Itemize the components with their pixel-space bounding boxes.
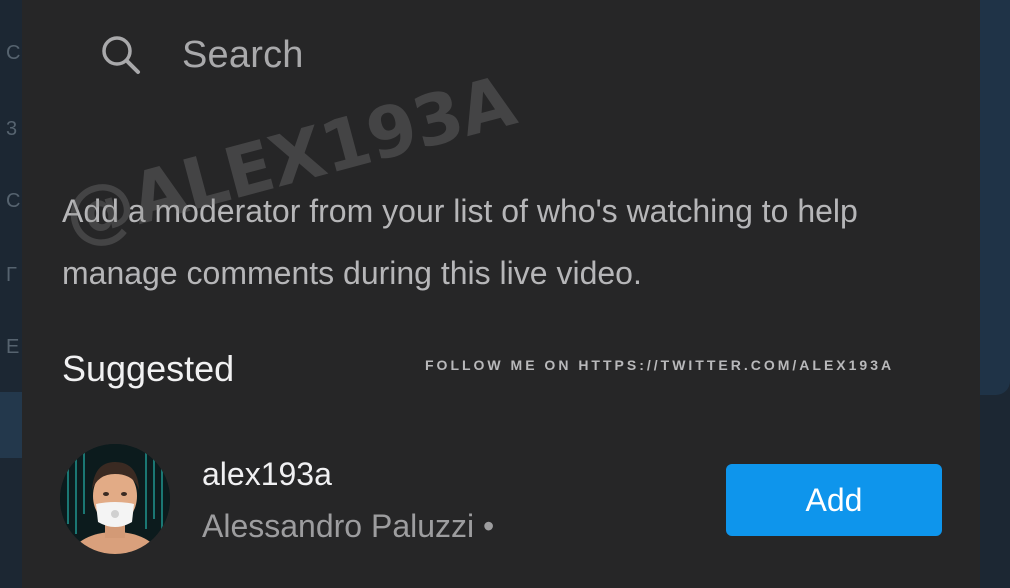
background-text: Γ	[6, 264, 18, 286]
background-text: C	[6, 190, 21, 212]
background-highlight	[0, 392, 22, 458]
avatar[interactable]	[60, 444, 170, 554]
follow-note: FOLLOW ME ON HTTPS://TWITTER.COM/ALEX193…	[425, 357, 895, 373]
search-bar[interactable]: Search	[100, 30, 304, 80]
background-panel	[980, 0, 1010, 395]
user-full-name: Alessandro Paluzzi •	[202, 508, 495, 544]
user-username: alex193a	[202, 456, 332, 492]
add-moderator-button[interactable]: Add	[726, 464, 942, 536]
search-icon	[100, 34, 142, 76]
suggested-heading: Suggested	[62, 348, 235, 389]
background-text: 3	[6, 118, 18, 140]
background-text: C	[6, 42, 21, 64]
add-moderator-sheet: Search Add a moderator from your list of…	[22, 0, 980, 588]
search-input[interactable]: Search	[182, 34, 304, 77]
suggested-user-row[interactable]: alex193a Alessandro Paluzzi • Add	[60, 442, 942, 556]
background-text: E	[6, 336, 20, 358]
moderator-description: Add a moderator from your list of who's …	[62, 193, 858, 291]
